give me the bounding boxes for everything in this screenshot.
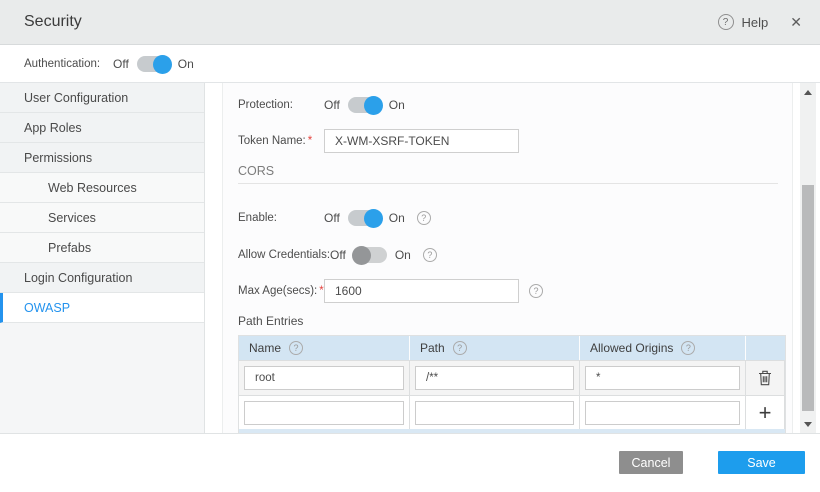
toggle-knob — [364, 96, 383, 115]
help-icon[interactable]: ? — [718, 14, 734, 30]
authentication-bar: Authentication: Off On — [0, 46, 820, 83]
row1-name-input[interactable] — [244, 366, 404, 390]
authentication-on-label: On — [178, 57, 194, 71]
vertical-scrollbar — [800, 83, 816, 433]
max-age-input[interactable] — [324, 279, 519, 303]
max-age-help-icon[interactable]: ? — [529, 284, 543, 298]
triangle-up-icon — [804, 90, 812, 95]
token-name-row: Token Name:* — [238, 129, 792, 153]
sidebar-item-services[interactable]: Services — [0, 203, 204, 233]
max-age-label: Max Age(secs):* — [238, 285, 324, 297]
sidebar-item-web-resources[interactable]: Web Resources — [0, 173, 204, 203]
cors-enable-row: Enable: Off On ? — [238, 206, 792, 230]
save-button[interactable]: Save — [718, 451, 805, 474]
enable-on-label: On — [389, 211, 405, 225]
cancel-button[interactable]: Cancel — [619, 451, 683, 474]
max-age-row: Max Age(secs):* ? — [238, 279, 792, 303]
cors-section-header: CORS — [238, 163, 778, 184]
allow-credentials-toggle[interactable] — [354, 247, 387, 263]
allow-credentials-toggle-group: Off On — [330, 247, 411, 263]
protection-off-label: Off — [324, 98, 340, 112]
allow-credentials-help-icon[interactable]: ? — [423, 248, 437, 262]
column-header-allowed-origins: Allowed Origins ? — [580, 336, 746, 360]
row1-allowed-origins-input[interactable] — [585, 366, 740, 390]
column-header-actions — [746, 336, 785, 360]
authentication-toggle-group: Off On — [113, 56, 194, 72]
enable-toggle[interactable] — [348, 210, 381, 226]
cors-heading: CORS — [238, 163, 778, 179]
enable-toggle-group: Off On — [324, 210, 405, 226]
authentication-toggle[interactable] — [137, 56, 170, 72]
sidebar-item-prefabs[interactable]: Prefabs — [0, 233, 204, 263]
path-entries-header: Name ? Path ? Allowed Origins ? — [239, 336, 785, 360]
column-header-name: Name ? — [239, 336, 410, 360]
title-bar: Security ? Help ✕ — [0, 0, 820, 45]
help-link[interactable]: Help — [742, 15, 769, 30]
toggle-knob — [352, 246, 371, 265]
token-name-input[interactable] — [324, 129, 519, 153]
toggle-knob — [364, 209, 383, 228]
column-header-path: Path ? — [410, 336, 580, 360]
owasp-settings-panel: Protection: Off On Token Name:* CORS Ena… — [222, 83, 793, 433]
dialog-footer: Cancel Save — [0, 433, 820, 492]
enable-label: Enable: — [238, 212, 324, 224]
allow-credentials-off-label: Off — [330, 248, 346, 262]
sidebar-item-permissions[interactable]: Permissions — [0, 143, 204, 173]
page-title: Security — [24, 13, 82, 31]
path-entries-table: Name ? Path ? Allowed Origins ? — [238, 335, 786, 429]
security-dialog: Security ? Help ✕ Authentication: Off On… — [0, 0, 820, 492]
row2-allowed-origins-input[interactable] — [585, 401, 740, 425]
protection-on-label: On — [389, 98, 405, 112]
protection-label: Protection: — [238, 99, 324, 111]
sidebar-item-owasp[interactable]: OWASP — [0, 293, 204, 323]
sidebar-item-app-roles[interactable]: App Roles — [0, 113, 204, 143]
allow-credentials-label: Allow Credentials: — [238, 249, 330, 261]
toggle-knob — [153, 55, 172, 74]
table-row: + — [239, 395, 785, 429]
enable-off-label: Off — [324, 211, 340, 225]
authentication-label: Authentication: — [24, 58, 113, 70]
protection-toggle[interactable] — [348, 97, 381, 113]
protection-row: Protection: Off On — [238, 93, 792, 117]
dialog-body: User Configuration App Roles Permissions… — [0, 83, 820, 433]
triangle-down-icon — [804, 422, 812, 427]
scrollbar-thumb[interactable] — [802, 185, 814, 411]
protection-toggle-group: Off On — [324, 97, 405, 113]
enable-help-icon[interactable]: ? — [417, 211, 431, 225]
titlebar-actions: ? Help ✕ — [718, 14, 802, 31]
sidebar-item-user-configuration[interactable]: User Configuration — [0, 83, 204, 113]
scroll-down-button[interactable] — [800, 417, 816, 431]
path-entries-label: Path Entries — [238, 313, 792, 329]
row1-path-input[interactable] — [415, 366, 574, 390]
row2-path-input[interactable] — [415, 401, 574, 425]
allowed-origins-column-help-icon[interactable]: ? — [681, 341, 695, 355]
path-column-help-icon[interactable]: ? — [453, 341, 467, 355]
row2-name-input[interactable] — [244, 401, 404, 425]
token-name-label: Token Name:* — [238, 135, 324, 147]
authentication-off-label: Off — [113, 57, 129, 71]
close-icon[interactable]: ✕ — [790, 14, 802, 31]
required-mark: * — [308, 135, 312, 147]
allow-credentials-row: Allow Credentials: Off On ? — [238, 243, 792, 267]
add-row-icon[interactable]: + — [759, 402, 772, 424]
scroll-up-button[interactable] — [800, 85, 816, 99]
delete-row-icon[interactable] — [758, 370, 772, 386]
allow-credentials-on-label: On — [395, 248, 411, 262]
table-row — [239, 360, 785, 395]
sidebar-item-login-configuration[interactable]: Login Configuration — [0, 263, 204, 293]
name-column-help-icon[interactable]: ? — [289, 341, 303, 355]
sidebar: User Configuration App Roles Permissions… — [0, 83, 205, 433]
